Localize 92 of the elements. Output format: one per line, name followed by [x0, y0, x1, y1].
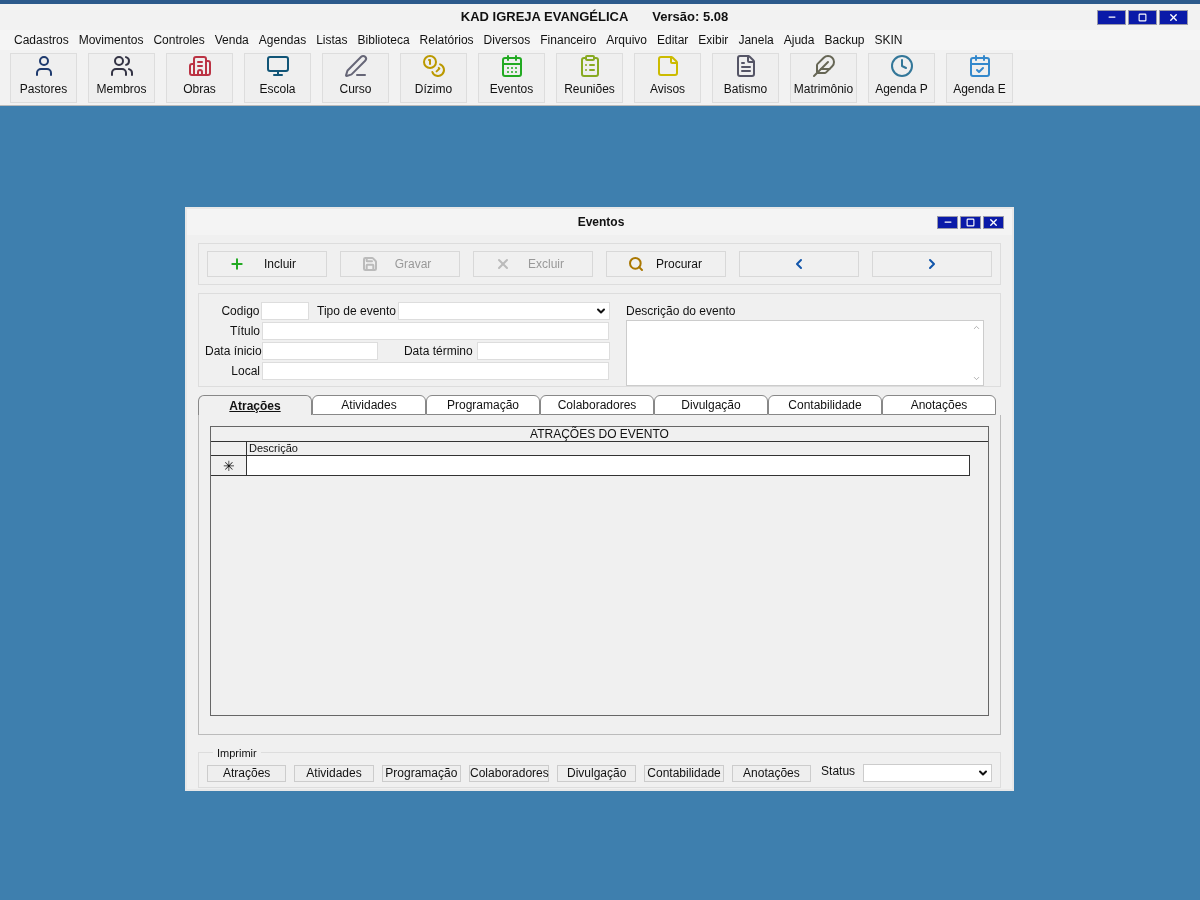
menu-item[interactable]: Listas	[314, 31, 350, 49]
search-button[interactable]: Procurar	[606, 251, 726, 277]
toolbar-button[interactable]: Batismo	[712, 52, 779, 103]
print-button[interactable]: Contabilidade	[644, 764, 724, 782]
maximize-icon	[1138, 12, 1147, 22]
menu-item[interactable]: Biblioteca	[355, 31, 412, 49]
menu-item[interactable]: Venda	[212, 31, 251, 49]
delete-icon	[495, 256, 511, 272]
close-button[interactable]	[1159, 9, 1188, 25]
menu-item[interactable]: Financeiro	[538, 31, 599, 49]
dialog-title: Eventos	[577, 214, 625, 231]
field-label: Data término	[403, 343, 473, 360]
menu-item[interactable]: SKIN	[872, 31, 905, 49]
menu-item[interactable]: Controles	[151, 31, 207, 49]
start-date-field[interactable]	[262, 342, 378, 360]
field-label: Tipo de evento	[317, 303, 396, 320]
toolbar-button[interactable]: Dízimo	[400, 52, 467, 103]
field-label: Codigo	[220, 303, 260, 320]
coins-icon	[420, 53, 447, 78]
add-button[interactable]: Incluir	[207, 251, 327, 277]
menu-item[interactable]: Exibir	[696, 31, 731, 49]
tab[interactable]: Contabilidade	[768, 395, 882, 415]
field-label: Data ínicio	[205, 343, 260, 360]
print-button[interactable]: Colaboradores	[469, 764, 550, 782]
toolbar-button[interactable]: Matrimônio	[790, 52, 857, 103]
table-cell[interactable]	[247, 456, 969, 475]
status-dropdown[interactable]	[863, 764, 993, 782]
menu-item[interactable]: Relatórios	[417, 31, 476, 49]
print-button[interactable]: Atividades	[294, 764, 374, 782]
scroll-down-icon	[971, 374, 981, 383]
save-icon	[362, 256, 378, 272]
toolbar-button[interactable]: Pastores	[10, 52, 77, 103]
menu-item[interactable]: Ajuda	[781, 31, 817, 49]
clock-icon	[888, 53, 915, 78]
field-label: Local	[230, 363, 260, 380]
monitor-icon	[264, 53, 291, 78]
toolbar-button[interactable]: Obras	[166, 52, 233, 103]
status-label: Status	[821, 763, 856, 780]
tab[interactable]: Atrações	[198, 395, 312, 415]
menu-item[interactable]: Arquivo	[604, 31, 649, 49]
toolbar-button[interactable]: Agenda E	[946, 52, 1013, 103]
menu-item[interactable]: Cadastros	[12, 31, 71, 49]
people-icon	[108, 53, 135, 78]
toolbar-button[interactable]: Membros	[88, 52, 155, 103]
end-date-field[interactable]	[476, 342, 610, 360]
maximize-icon	[966, 217, 975, 227]
toolbar-button[interactable]: Avisos	[634, 52, 701, 103]
plus-icon	[229, 256, 245, 272]
quill-icon	[810, 53, 837, 78]
menu-item[interactable]: Agendas	[256, 31, 309, 49]
tab[interactable]: Divulgação	[654, 395, 768, 415]
window-title: KAD IGREJA EVANGÉLICA	[460, 8, 629, 27]
toolbar-button[interactable]: Agenda P	[868, 52, 935, 103]
print-button[interactable]: Anotações	[731, 764, 812, 782]
print-button[interactable]: Divulgação	[557, 764, 637, 782]
tab[interactable]: Atividades	[312, 395, 426, 415]
version-label: Versão: 5.08	[652, 8, 729, 27]
maximize-button[interactable]	[960, 215, 981, 229]
prev-button[interactable]	[739, 251, 859, 277]
scroll-up-icon	[971, 323, 981, 332]
search-icon	[628, 256, 644, 272]
menu-item[interactable]: Janela	[736, 31, 776, 49]
toolbar-button[interactable]: Escola	[244, 52, 311, 103]
menu-item[interactable]: Diversos	[481, 31, 533, 49]
code-field[interactable]	[261, 302, 310, 320]
close-icon	[1168, 11, 1179, 23]
grid-title: ATRAÇÕES DO EVENTO	[211, 427, 988, 442]
pen-icon	[342, 53, 369, 78]
tab[interactable]: Anotações	[882, 395, 996, 415]
print-button[interactable]: Programação	[381, 764, 462, 782]
column-header: Descrição	[248, 442, 299, 455]
next-button[interactable]	[872, 251, 992, 277]
close-button[interactable]	[983, 215, 1004, 229]
event-type-dropdown[interactable]	[398, 302, 610, 320]
location-field[interactable]	[262, 362, 609, 380]
minimize-button[interactable]	[937, 215, 958, 229]
field-label: Descrição do evento	[626, 303, 737, 320]
menu-item[interactable]: Editar	[655, 31, 691, 49]
description-textarea[interactable]	[626, 320, 984, 386]
title-field[interactable]	[262, 322, 609, 340]
menu-item[interactable]: Movimentos	[76, 31, 146, 49]
tab[interactable]: Programação	[426, 395, 540, 415]
tab[interactable]: Colaboradores	[540, 395, 654, 415]
toolbar-button[interactable]: Reuniões	[556, 52, 623, 103]
print-button[interactable]: Atrações	[207, 764, 287, 782]
field-label: Título	[229, 323, 260, 340]
toolbar-button[interactable]: Eventos	[478, 52, 545, 103]
minimize-button[interactable]	[1097, 9, 1126, 25]
menu-item[interactable]: Backup	[822, 31, 867, 49]
toolbar-button[interactable]: Curso	[322, 52, 389, 103]
close-icon	[988, 216, 999, 228]
maximize-button[interactable]	[1128, 9, 1157, 25]
